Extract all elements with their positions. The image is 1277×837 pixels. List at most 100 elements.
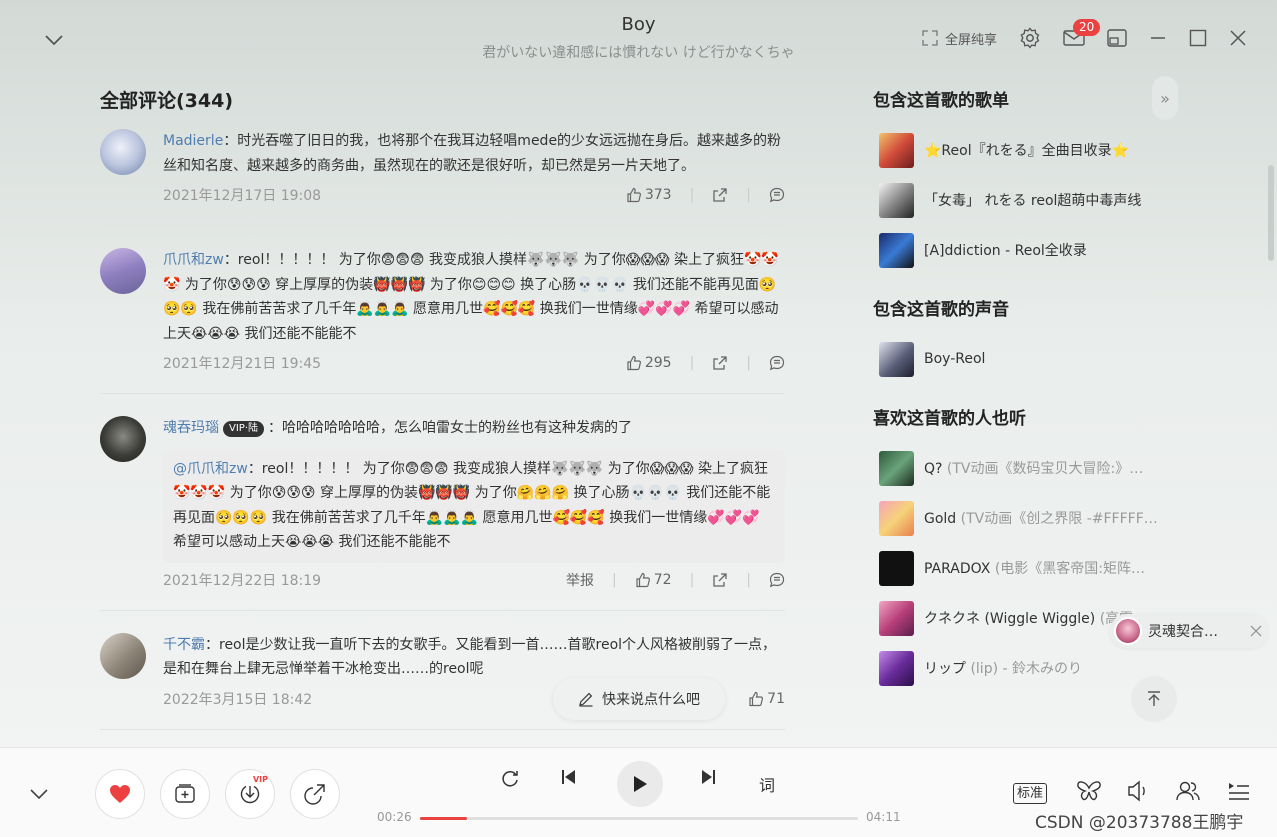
fullscreen-button[interactable]: 全屏纯享 (921, 29, 997, 48)
chevron-down-icon (30, 789, 48, 800)
quoted-comment: @爪爪和zw：reol！！！！！ 为了你😨😨😨 我变成狼人摸样🐺🐺🐺 为了你😱😱… (163, 448, 785, 563)
listen-together-button[interactable] (1175, 780, 1201, 806)
play-icon (634, 776, 647, 792)
minimize-icon (1151, 37, 1165, 39)
share-button[interactable] (712, 187, 728, 203)
song-name: PARADOX (924, 561, 991, 577)
like-button[interactable]: 71 (748, 691, 785, 707)
collapse-side-panel-button[interactable]: » (1152, 76, 1178, 120)
volume-button[interactable] (1126, 780, 1148, 806)
gear-icon (1020, 27, 1040, 49)
playlist-name: ⭐Reol『れをる』全曲目收录⭐ (924, 143, 1130, 159)
previous-track-button[interactable] (560, 768, 578, 786)
comments-heading: 全部评论(344) (100, 90, 234, 112)
like-song-button[interactable] (95, 769, 145, 819)
share-button[interactable] (712, 572, 728, 588)
next-track-button[interactable] (699, 768, 717, 786)
like-button[interactable]: 72 (635, 572, 672, 588)
voice-item[interactable]: Boy-Reol (873, 334, 1173, 384)
messages-button[interactable]: 20 (1063, 19, 1101, 47)
mini-mode-button[interactable] (1107, 29, 1127, 47)
playlist-item[interactable]: [A]ddiction - Reol全收录 (873, 225, 1173, 275)
vip-tag: VIP (252, 775, 268, 784)
voices-heading: 包含这首歌的声音 (873, 300, 1009, 320)
comment-item: 爪爪和zw：reol！！！！！ 为了你😨😨😨 我变成狼人摸样🐺🐺🐺 为了你😱😱😱… (100, 248, 785, 394)
playlist-cover (879, 132, 914, 168)
similar-song-item[interactable]: リップ (lip) - 鈴木みのり (873, 643, 1173, 693)
speaker-icon (1128, 780, 1145, 802)
voice-name: Boy-Reol (924, 351, 986, 367)
quick-comment-button[interactable]: 快来说点什么吧 (553, 678, 725, 720)
add-to-playlist-button[interactable] (160, 769, 210, 819)
minimize-button[interactable] (1149, 29, 1167, 47)
thumbs-up-icon (627, 187, 641, 203)
share-icon (713, 188, 727, 202)
double-chevron-right-icon: » (1160, 88, 1170, 108)
divider: | (612, 571, 617, 588)
close-popup-button[interactable] (1250, 622, 1262, 641)
like-count: 72 (653, 571, 672, 588)
divider: | (746, 187, 751, 203)
close-window-button[interactable] (1229, 29, 1247, 47)
progress-bar[interactable] (420, 817, 858, 820)
avatar (1114, 617, 1142, 645)
playlist-cover (879, 232, 914, 268)
song-cover (879, 600, 914, 636)
quality-selector[interactable]: 标准 (1013, 783, 1048, 804)
playlist-queue-button[interactable] (1227, 780, 1251, 806)
comment-username[interactable]: 爪爪和zw (163, 252, 224, 268)
reply-button[interactable] (769, 187, 785, 203)
comment-username[interactable]: 千不霸 (163, 637, 205, 653)
expand-icon (922, 30, 938, 46)
loop-mode-button[interactable] (498, 768, 520, 788)
similar-song-item[interactable]: PARADOX (电影《黑客帝国:矩阵… (873, 543, 1173, 593)
comment-username[interactable]: 魂吞玛瑙 (163, 420, 219, 436)
scrollbar-thumb[interactable] (1268, 165, 1274, 261)
vip-badge: VIP·陆 (223, 421, 264, 437)
avatar[interactable] (100, 248, 146, 294)
share-button[interactable] (712, 355, 728, 371)
quick-comment-label: 快来说点什么吧 (602, 692, 700, 708)
song-name: リップ (924, 661, 966, 677)
song-name: Gold (924, 511, 957, 527)
avatar[interactable] (100, 129, 146, 175)
like-count: 295 (644, 355, 672, 371)
similar-song-item[interactable]: Q? (TV动画《数码宝贝大冒险:》… (873, 443, 1173, 493)
avatar[interactable] (100, 416, 146, 462)
users-icon (1176, 781, 1200, 801)
download-button[interactable]: VIP (225, 769, 275, 819)
reply-button[interactable] (769, 355, 785, 371)
soulmate-popup[interactable]: 灵魂契合… (1110, 614, 1268, 648)
back-to-top-button[interactable] (1131, 676, 1177, 722)
progress-fill (420, 817, 467, 820)
window-controls: 全屏纯享 20 (921, 19, 1247, 52)
like-count: 71 (767, 690, 785, 707)
song-extra: (TV动画《创之界限 -#FFFFF… (960, 511, 1158, 527)
settings-button[interactable] (1019, 27, 1041, 49)
similar-song-item[interactable]: Gold (TV动画《创之界限 -#FFFFF… (873, 493, 1173, 543)
playlist-item[interactable]: ⭐Reol『れをる』全曲目收录⭐ (873, 125, 1173, 175)
playlist-item[interactable]: 「女毒」 れをる reol超萌中毒声线 (873, 175, 1173, 225)
avatar[interactable] (100, 632, 146, 679)
share-icon (304, 784, 325, 805)
comment-text: ：时光吞噬了旧日的我，也将那个在我耳边轻唱mede的少女远远抛在身后。越来越多的… (163, 133, 782, 174)
lyrics-button[interactable]: 词 (759, 772, 775, 796)
similar-heading: 喜欢这首歌的人也听 (873, 409, 1026, 429)
sound-effects-button[interactable] (1076, 780, 1102, 806)
comment-username[interactable]: Madierle (163, 133, 223, 149)
share-song-button[interactable] (290, 769, 340, 819)
like-button[interactable]: 373 (626, 187, 672, 203)
reply-button[interactable] (769, 572, 785, 588)
collapse-button[interactable] (28, 784, 50, 808)
share-icon (713, 572, 727, 587)
skip-forward-icon (702, 770, 715, 784)
quoted-text: ：reol！！！！！ 为了你😨😨😨 我变成狼人摸样🐺🐺🐺 为了你😱😱😱 染上了疯… (173, 460, 771, 551)
maximize-button[interactable] (1189, 29, 1207, 47)
like-button[interactable]: 295 (626, 355, 672, 371)
player-bar: VIP 词 00:26 04:11 标准 CSDN @20373788王鹏宇 (0, 747, 1277, 837)
report-button[interactable]: 举报 (566, 570, 594, 590)
song-cover (879, 500, 914, 536)
quoted-username[interactable]: @爪爪和zw (173, 461, 248, 477)
play-button[interactable] (617, 761, 663, 807)
song-extra: (电影《黑客帝国:矩阵… (994, 561, 1145, 577)
